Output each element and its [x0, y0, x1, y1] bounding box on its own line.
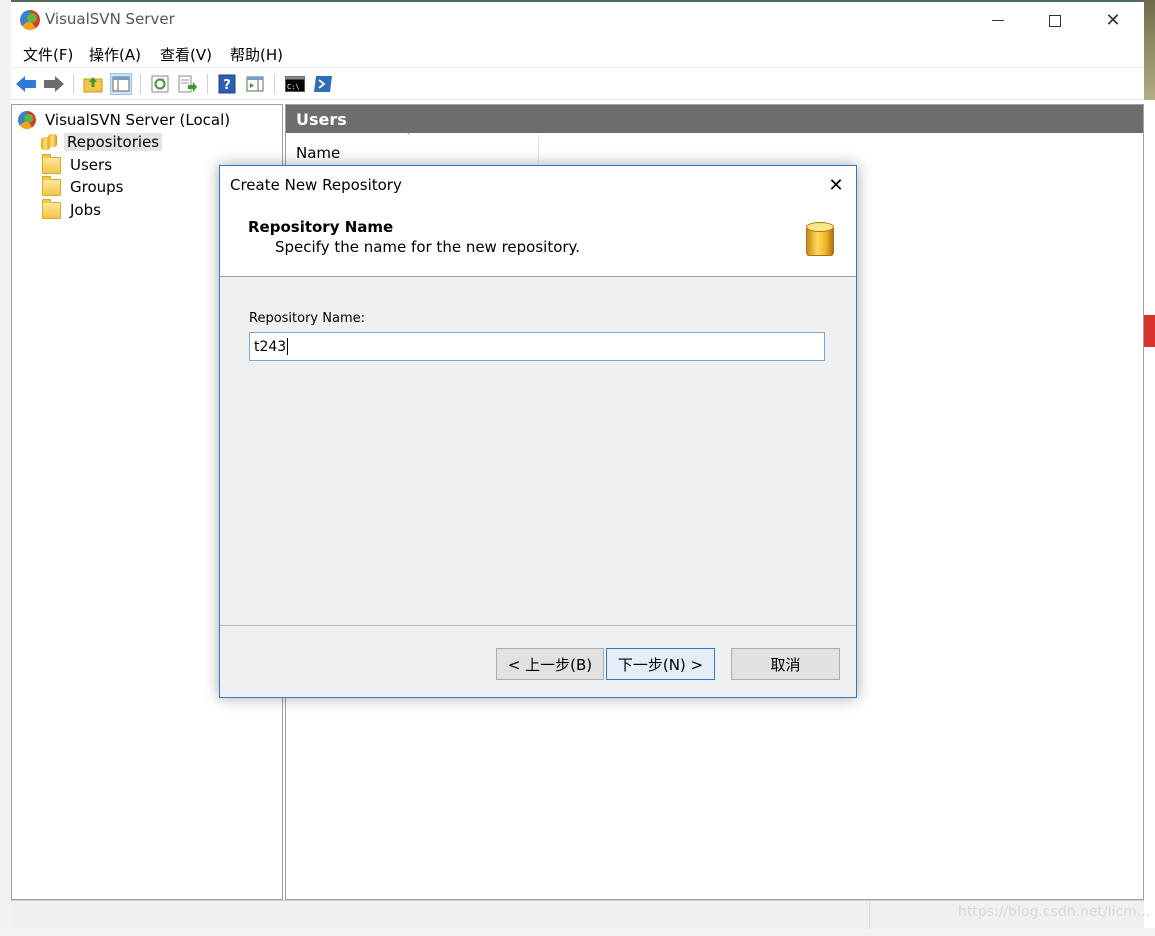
show-tree-button[interactable]	[110, 73, 132, 95]
tree-item-label: Groups	[70, 178, 124, 196]
svg-text:?: ?	[223, 78, 231, 93]
tree-item-groups[interactable]: Groups	[42, 175, 126, 198]
up-folder-icon	[83, 77, 103, 93]
help-button[interactable]: ?	[216, 73, 238, 95]
column-header-name[interactable]: ˅ Name	[286, 132, 539, 163]
next-button[interactable]: 下一步(N) >	[606, 648, 715, 680]
menu-bar: 文件(F) 操作(A) 查看(V) 帮助(H)	[11, 39, 1144, 68]
forward-icon	[44, 76, 64, 92]
dialog-heading: Repository Name	[248, 218, 394, 236]
toolbar-separator	[140, 74, 141, 94]
up-folder-button[interactable]	[82, 73, 104, 95]
results-header-title: Users	[296, 110, 347, 129]
menu-action[interactable]: 操作(A)	[89, 44, 141, 65]
tree-item-users[interactable]: Users	[42, 153, 115, 176]
window-title: VisualSVN Server	[45, 10, 175, 28]
tree-item-label: Jobs	[70, 201, 101, 219]
tree-root-server[interactable]: VisualSVN Server (Local)	[18, 109, 233, 131]
minimize-button[interactable]	[975, 2, 1021, 39]
folder-icon	[42, 198, 61, 219]
folder-icon	[42, 153, 61, 174]
repository-name-value: t243	[254, 338, 287, 355]
dialog-title: Create New Repository	[230, 176, 402, 194]
background-red-strip	[1144, 315, 1155, 347]
maximize-icon	[1049, 14, 1061, 27]
repository-name-label: Repository Name:	[249, 311, 365, 326]
close-icon: ✕	[828, 174, 844, 196]
dialog-subheading: Specify the name for the new repository.	[275, 238, 581, 256]
dialog-title-bar: Create New Repository ✕	[220, 166, 856, 204]
dialog-banner: Repository Name Specify the name for the…	[220, 204, 856, 277]
tree-item-jobs[interactable]: Jobs	[42, 198, 104, 221]
back-button[interactable]	[15, 73, 37, 95]
cancel-button[interactable]: 取消	[731, 648, 840, 680]
column-header-label: Name	[296, 144, 341, 162]
repositories-icon	[41, 133, 58, 151]
export-button[interactable]	[177, 73, 199, 95]
watermark: https://blog.csdn.net/licm...	[958, 904, 1151, 920]
refresh-button[interactable]	[149, 73, 171, 95]
toolbar-separator	[274, 74, 275, 94]
minimize-icon	[992, 20, 1004, 21]
powershell-icon	[314, 76, 332, 92]
repository-name-input[interactable]: t243	[249, 332, 825, 361]
tree-item-repositories[interactable]: Repositories	[41, 131, 163, 153]
text-caret	[287, 338, 289, 355]
help-icon: ?	[218, 74, 236, 94]
visualsvn-server-icon	[18, 111, 36, 129]
refresh-icon	[151, 75, 169, 93]
maximize-button[interactable]	[1032, 2, 1078, 39]
tree-root-label: VisualSVN Server (Local)	[45, 111, 231, 129]
action-pane-button[interactable]	[244, 73, 266, 95]
powershell-button[interactable]	[312, 73, 334, 95]
close-button[interactable]: ✕	[1090, 2, 1136, 39]
title-bar: VisualSVN Server ✕	[11, 2, 1144, 39]
back-icon	[16, 76, 36, 92]
create-repository-dialog: Create New Repository ✕ Repository Name …	[219, 165, 857, 698]
results-header: Users	[286, 105, 1143, 133]
sort-indicator-icon: ˅	[406, 132, 411, 143]
back-button[interactable]: < 上一步(B)	[496, 648, 604, 680]
close-icon: ✕	[1105, 10, 1121, 31]
tree-item-label: Users	[70, 156, 113, 174]
menu-help[interactable]: 帮助(H)	[230, 44, 283, 65]
visualsvn-logo-icon	[20, 10, 40, 30]
background-right	[1144, 0, 1155, 936]
footer-divider	[220, 625, 856, 626]
background-bottom	[0, 928, 1155, 936]
toolbar: ? C:\	[11, 68, 1144, 100]
cmd-icon: C:\	[285, 76, 305, 92]
background-left	[0, 0, 11, 936]
background-image-strip	[1144, 0, 1155, 100]
dialog-close-button[interactable]: ✕	[816, 166, 856, 204]
toolbar-separator	[73, 74, 74, 94]
export-icon	[178, 75, 197, 93]
show-tree-icon	[112, 76, 130, 92]
menu-file[interactable]: 文件(F)	[23, 44, 73, 65]
tree-item-label: Repositories	[64, 133, 163, 151]
toolbar-separator	[207, 74, 208, 94]
folder-icon	[42, 175, 61, 196]
command-prompt-button[interactable]: C:\	[284, 73, 306, 95]
forward-button[interactable]	[43, 73, 65, 95]
repository-database-icon	[806, 222, 834, 256]
action-pane-icon	[246, 76, 264, 92]
menu-view[interactable]: 查看(V)	[160, 44, 212, 65]
svg-text:C:\: C:\	[287, 83, 300, 91]
